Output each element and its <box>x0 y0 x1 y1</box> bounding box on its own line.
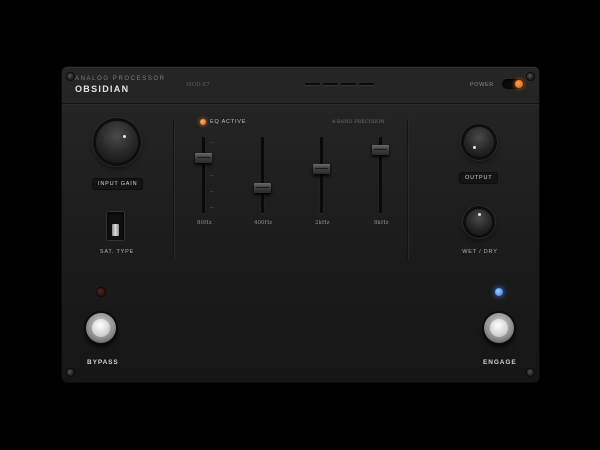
engage-footswitch[interactable] <box>484 313 514 343</box>
power-label: POWER <box>470 82 494 88</box>
bypass-label: BYPASS <box>87 359 119 366</box>
engage-label: ENGAGE <box>483 359 517 366</box>
bypass-led-icon <box>97 288 105 296</box>
output-knob[interactable] <box>464 127 494 157</box>
footswitch-cap <box>92 319 110 337</box>
input-gain-label: INPUT GAIN <box>93 179 143 189</box>
screw-bottom-left <box>67 369 74 376</box>
model-number: MOD-X7 <box>186 82 210 88</box>
input-gain-knob[interactable] <box>96 121 138 163</box>
eq-slider-track <box>202 137 205 213</box>
eq-slider-400hz[interactable] <box>254 183 271 193</box>
eq-band-label: 8kHz <box>374 220 389 226</box>
eq-active-label: EQ ACTIVE <box>210 119 247 125</box>
knob-pointer-icon <box>478 213 481 216</box>
eq-slider-2khz[interactable] <box>313 164 330 174</box>
scale-tick <box>210 175 213 176</box>
sat-type-switch[interactable] <box>107 212 124 240</box>
eq-band-label: 400Hz <box>254 220 273 226</box>
switch-lever <box>112 224 119 236</box>
device-title: OBSIDIAN <box>75 84 130 94</box>
device-subtitle: ANALOG PROCESSOR <box>75 76 166 82</box>
eq-slider-track <box>320 137 323 213</box>
engage-led-icon <box>495 288 503 296</box>
footswitch-cap <box>490 319 508 337</box>
wet-dry-knob[interactable] <box>466 209 492 235</box>
eq-precision-label: 4-BAND PRECISION <box>332 119 385 125</box>
sat-type-label: SAT. TYPE <box>99 249 135 255</box>
bypass-footswitch[interactable] <box>86 313 116 343</box>
scale-tick <box>210 142 213 143</box>
screw-top-right <box>527 73 534 80</box>
eq-slider-track <box>261 137 264 213</box>
output-label: OUTPUT <box>460 173 498 183</box>
eq-band-label: 80Hz <box>197 220 212 226</box>
scale-tick <box>210 207 213 208</box>
eq-active-led-icon <box>200 119 206 125</box>
wet-dry-label: WET / DRY <box>462 249 498 255</box>
eq-slider-8khz[interactable] <box>372 145 389 155</box>
screw-top-left <box>67 73 74 80</box>
power-led-icon <box>515 80 523 88</box>
screw-bottom-right <box>527 369 534 376</box>
scale-tick <box>210 191 213 192</box>
header-divider <box>62 103 539 104</box>
power-toggle[interactable] <box>502 79 524 89</box>
divider-right <box>407 119 408 259</box>
processor-panel: ANALOG PROCESSOR OBSIDIAN MOD-X7 POWER I… <box>62 67 539 382</box>
knob-pointer-icon <box>473 146 476 149</box>
eq-slider-80hz[interactable] <box>195 153 212 163</box>
eq-band-label: 2kHz <box>315 220 330 226</box>
divider-left <box>173 119 174 259</box>
knob-pointer-icon <box>123 135 126 138</box>
